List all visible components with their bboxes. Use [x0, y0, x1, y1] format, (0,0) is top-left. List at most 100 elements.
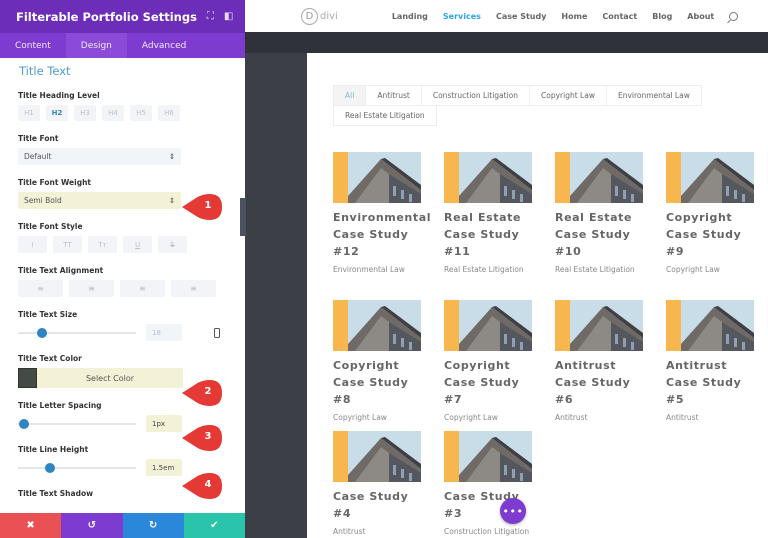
portfolio-item[interactable]: Antitrust Case Study #5 Antitrust — [666, 300, 756, 424]
portfolio-thumbnail[interactable] — [333, 431, 421, 482]
tab-advanced[interactable]: Advanced — [127, 33, 201, 58]
menu-item-case-study[interactable]: Case Study — [496, 12, 546, 21]
heading-h3-button[interactable]: H3 — [74, 105, 96, 121]
portfolio-item[interactable]: Antitrust Case Study #6 Antitrust — [555, 300, 645, 424]
slider-thumb[interactable] — [44, 462, 55, 473]
slider-thumb[interactable] — [18, 418, 29, 429]
portfolio-title[interactable]: Real Estate Case Study #11 — [444, 209, 534, 260]
portfolio-title[interactable]: Copyright Case Study #9 — [666, 209, 756, 260]
filter-environmental-law[interactable]: Environmental Law — [605, 85, 702, 106]
heading-h4-button[interactable]: H4 — [102, 105, 124, 121]
text-size-input[interactable]: 18 — [146, 324, 182, 341]
portfolio-title[interactable]: Antitrust Case Study #6 — [555, 357, 645, 408]
portfolio-title[interactable]: Real Estate Case Study #10 — [555, 209, 645, 260]
heading-level-field: Title Heading Level H1 H2 H3 H4 H5 H6 — [18, 91, 227, 121]
slider-thumb[interactable] — [36, 327, 47, 338]
portfolio-title[interactable]: Copyright Case Study #8 — [333, 357, 423, 408]
portfolio-thumbnail[interactable] — [555, 300, 643, 351]
portfolio-title[interactable]: Antitrust Case Study #5 — [666, 357, 756, 408]
select-arrows-icon: ⇕ — [168, 152, 175, 161]
portfolio-item[interactable]: Copyright Case Study #8 Copyright Law — [333, 300, 423, 424]
align-right-icon: ≡ — [139, 284, 146, 293]
undo-button[interactable]: ↺ — [61, 513, 123, 538]
line-height-input[interactable]: 1.5em — [146, 459, 182, 476]
menu-item-services[interactable]: Services — [443, 12, 481, 21]
title-font-select[interactable]: Default ⇕ — [18, 148, 181, 165]
portfolio-thumbnail[interactable] — [666, 152, 754, 203]
portfolio-thumbnail[interactable] — [666, 300, 754, 351]
line-height-slider[interactable] — [18, 462, 136, 473]
align-justify-button[interactable]: ≡ — [171, 280, 216, 297]
portfolio-thumbnail[interactable] — [555, 152, 643, 203]
title-font-field: Title Font Default ⇕ — [18, 134, 227, 165]
portfolio-thumbnail[interactable] — [444, 152, 532, 203]
panel-resize-handle[interactable] — [240, 198, 246, 236]
portfolio-title[interactable]: Case Study #4 — [333, 488, 423, 522]
portfolio-item[interactable]: Real Estate Case Study #11 Real Estate Li… — [444, 152, 534, 276]
portfolio-thumbnail[interactable] — [444, 300, 532, 351]
select-color-button[interactable]: Select Color — [37, 368, 183, 388]
menu-item-landing[interactable]: Landing — [392, 12, 428, 21]
tab-design[interactable]: Design — [65, 33, 127, 58]
more-options-button[interactable]: ••• — [500, 498, 526, 524]
portfolio-title[interactable]: Environmental Case Study #12 — [333, 209, 431, 260]
filter-construction-litigation[interactable]: Construction Litigation — [420, 85, 531, 106]
select-arrows-icon: ⇕ — [168, 196, 175, 205]
underline-button[interactable]: U — [123, 236, 152, 253]
color-swatch[interactable] — [18, 368, 37, 388]
annotation-badge: 2 — [182, 380, 222, 406]
portfolio-item[interactable]: Copyright Case Study #7 Copyright Law — [444, 300, 534, 424]
heading-h5-button[interactable]: H5 — [130, 105, 152, 121]
cancel-button[interactable]: ✖ — [0, 513, 62, 538]
portfolio-item[interactable]: Case Study #4 Antitrust — [333, 431, 423, 538]
italic-button[interactable]: I — [18, 236, 47, 253]
letter-spacing-slider[interactable] — [18, 418, 136, 429]
letter-spacing-input[interactable]: 1px — [146, 415, 182, 432]
responsive-device-icon[interactable] — [214, 327, 220, 338]
menu-item-contact[interactable]: Contact — [602, 12, 637, 21]
site-logo[interactable]: D divi — [301, 7, 338, 25]
panel-title: Filterable Portfolio Settings — [16, 9, 197, 24]
title-text-alignment-field: Title Text Alignment ≡ ≡ ≡ ≡ — [18, 266, 227, 297]
text-size-slider[interactable] — [18, 327, 136, 338]
select-value: Semi Bold — [24, 196, 62, 205]
menu-item-home[interactable]: Home — [561, 12, 587, 21]
portfolio-thumbnail[interactable] — [444, 431, 532, 482]
menu-item-blog[interactable]: Blog — [652, 12, 672, 21]
capitalize-button[interactable]: Tт — [88, 236, 117, 253]
portfolio-item[interactable]: Case Study #3 Construction Litigation — [444, 431, 534, 538]
section-title[interactable]: Title Text — [19, 64, 227, 78]
portfolio-thumbnail[interactable] — [333, 152, 421, 203]
page-header-bar — [245, 32, 768, 53]
menu-item-about[interactable]: About — [687, 12, 714, 21]
annotation-badge: 1 — [182, 194, 222, 220]
title-font-weight-select[interactable]: Semi Bold ⇕ — [18, 192, 181, 209]
align-left-button[interactable]: ≡ — [18, 280, 63, 297]
redo-button[interactable]: ↻ — [122, 513, 184, 538]
portfolio-title[interactable]: Copyright Case Study #7 — [444, 357, 534, 408]
sidebar-layout-icon[interactable]: ◧ — [224, 11, 233, 22]
portfolio-category: Antitrust — [333, 527, 366, 536]
portfolio-item[interactable]: Environmental Case Study #12 Environmenta… — [333, 152, 431, 276]
heading-h2-button[interactable]: H2 — [46, 105, 68, 121]
filter-all[interactable]: All — [333, 85, 367, 106]
uppercase-button[interactable]: TT — [53, 236, 82, 253]
strikethrough-button[interactable]: S — [158, 236, 187, 253]
heading-h1-button[interactable]: H1 — [18, 105, 40, 121]
expand-icon[interactable]: ⛶ — [207, 11, 214, 22]
save-button[interactable]: ✔ — [183, 513, 245, 538]
filter-copyright-law[interactable]: Copyright Law — [529, 85, 607, 106]
select-value: Default — [24, 152, 52, 161]
portfolio-item[interactable]: Copyright Case Study #9 Copyright Law — [666, 152, 756, 276]
filter-real-estate-litigation[interactable]: Real Estate Litigation — [333, 105, 437, 126]
title-text-size-field: Title Text Size 18 — [18, 310, 227, 341]
tab-content[interactable]: Content — [0, 33, 66, 58]
align-center-button[interactable]: ≡ — [69, 280, 114, 297]
search-icon[interactable] — [729, 11, 739, 21]
heading-h6-button[interactable]: H6 — [158, 105, 180, 121]
portfolio-item[interactable]: Real Estate Case Study #10 Real Estate Li… — [555, 152, 645, 276]
align-right-button[interactable]: ≡ — [120, 280, 165, 297]
portfolio-thumbnail[interactable] — [333, 300, 421, 351]
filter-antitrust[interactable]: Antitrust — [365, 85, 422, 106]
portfolio-category: Antitrust — [666, 413, 699, 422]
